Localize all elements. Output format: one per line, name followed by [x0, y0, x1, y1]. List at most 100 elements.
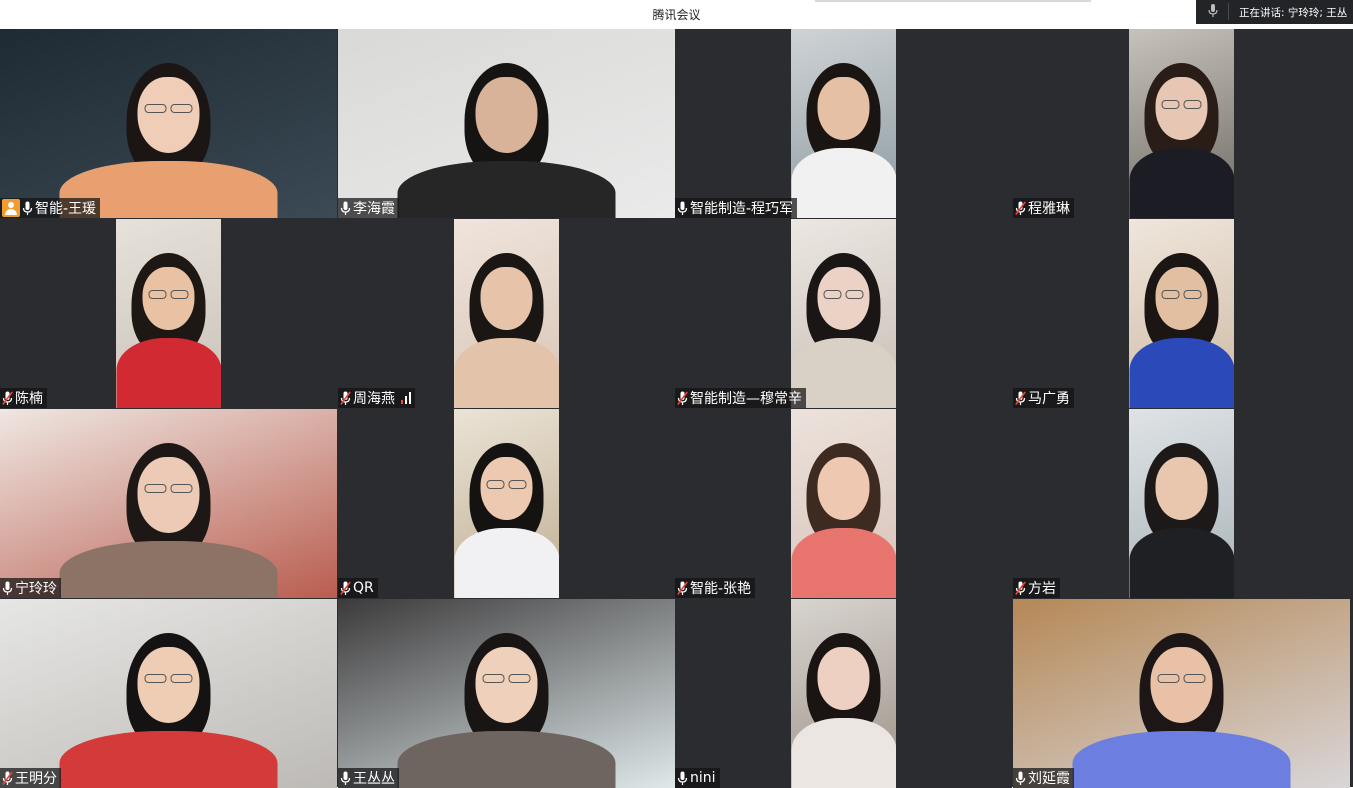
participant-nametag: 智能制造—穆常辛 [675, 388, 806, 408]
participant-figure [1129, 29, 1234, 218]
participant-video [791, 409, 896, 598]
glasses-left-lens [1161, 289, 1180, 299]
participant-tile[interactable]: 刘延霞 [1013, 599, 1350, 788]
participant-nametag: 陈楠 [0, 388, 47, 408]
participant-figure [338, 29, 675, 218]
participant-nametag: 智能制造-程巧军 [675, 198, 798, 218]
microphone-icon [677, 771, 688, 785]
participant-body [1129, 337, 1234, 408]
participant-body [1129, 527, 1234, 598]
glasses-right-lens [170, 484, 193, 494]
participant-face [137, 457, 200, 533]
participant-name: 陈楠 [15, 391, 43, 407]
network-signal-icon [401, 392, 411, 404]
participant-tile[interactable]: 智能-王瑗 [0, 29, 337, 218]
glasses-left-lens [144, 484, 167, 494]
participant-body [791, 717, 896, 788]
participant-tile[interactable]: 马广勇 [1013, 219, 1350, 408]
participant-name: 程雅琳 [1028, 201, 1070, 217]
glasses-left-lens [1157, 674, 1180, 684]
participant-tile[interactable]: 陈楠 [0, 219, 337, 408]
participant-tile[interactable]: 李海霞 [338, 29, 675, 218]
participant-tile[interactable]: QR [338, 409, 675, 598]
participant-tile[interactable]: 周海燕 [338, 219, 675, 408]
participant-figure [791, 219, 896, 408]
participant-tile[interactable]: nini [675, 599, 1012, 788]
participant-tile[interactable]: 智能制造—穆常辛 [675, 219, 1012, 408]
microphone-muted-icon [677, 391, 688, 405]
microphone-muted-icon [2, 391, 13, 405]
participant-name: 王丛丛 [353, 771, 395, 787]
participant-tile[interactable]: 智能-张艳 [675, 409, 1012, 598]
participant-nametag: nini [675, 768, 720, 788]
participant-video [791, 29, 896, 218]
participant-name: 周海燕 [353, 391, 395, 407]
participant-nametag: 智能-王瑗 [0, 198, 101, 218]
participant-name: 智能-王瑗 [35, 201, 97, 217]
microphone-muted-icon [2, 771, 13, 785]
participant-tile[interactable]: 程雅琳 [1013, 29, 1350, 218]
microphone-icon [22, 201, 33, 215]
glasses-left-lens [144, 104, 167, 114]
participant-figure [0, 29, 337, 218]
participant-name: 智能-张艳 [690, 581, 752, 597]
participant-tile[interactable]: 宁玲玲 [0, 409, 337, 598]
host-badge-icon [2, 199, 20, 217]
glasses-right-lens [508, 674, 531, 684]
glasses-left-lens [486, 479, 505, 489]
participant-video [1013, 599, 1350, 788]
participant-video [1129, 219, 1234, 408]
participant-figure [0, 599, 337, 788]
participant-tile[interactable]: 方岩 [1013, 409, 1350, 598]
participant-figure [454, 219, 559, 408]
participant-face [817, 457, 870, 520]
glasses-left-lens [823, 289, 842, 299]
app-title: 腾讯会议 [652, 8, 701, 22]
participant-nametag: 智能-张艳 [675, 578, 756, 598]
participant-figure [116, 219, 221, 408]
participant-body [1072, 730, 1291, 788]
participant-name: QR [353, 580, 374, 596]
microphone-muted-icon [1015, 391, 1026, 405]
participant-name: 马广勇 [1028, 391, 1070, 407]
participant-video-grid: 智能-王瑗 李海霞 智能制造-程巧军 程雅琳陈楠 周海燕 智能制造—穆常辛 马广勇宁玲玲 QR… [0, 29, 1353, 788]
participant-nametag: 王明分 [0, 768, 61, 788]
participant-name: 智能制造—穆常辛 [690, 391, 802, 407]
microphone-icon [1015, 771, 1026, 785]
participant-body [116, 337, 221, 408]
participant-body [454, 527, 559, 598]
speaking-text: 正在讲话: 宁玲玲; 王丛 [1239, 7, 1348, 19]
microphone-muted-icon [340, 391, 351, 405]
participant-video [0, 599, 337, 788]
participant-nametag: 周海燕 [338, 388, 415, 408]
microphone-icon [340, 201, 351, 215]
participant-body [1129, 147, 1234, 218]
participant-body [59, 730, 278, 788]
participant-video [454, 409, 559, 598]
participant-face [480, 267, 533, 330]
participant-nametag: QR [338, 578, 378, 598]
participant-nametag: 刘延霞 [1013, 768, 1074, 788]
participant-video [116, 219, 221, 408]
participant-name: 方岩 [1028, 581, 1056, 597]
participant-video [1129, 409, 1234, 598]
participant-tile[interactable]: 智能制造-程巧军 [675, 29, 1012, 218]
participant-nametag: 李海霞 [338, 198, 399, 218]
participant-name: 智能制造-程巧军 [690, 201, 794, 217]
participant-name: 宁玲玲 [15, 581, 57, 597]
participant-video [338, 29, 675, 218]
glasses-right-lens [170, 674, 193, 684]
glasses-left-lens [1161, 99, 1180, 109]
participant-tile[interactable]: 王丛丛 [338, 599, 675, 788]
participant-face [137, 647, 200, 723]
glasses-right-lens [845, 289, 864, 299]
participant-video [0, 29, 337, 218]
participant-tile[interactable]: 王明分 [0, 599, 337, 788]
participant-face [817, 647, 870, 710]
participant-figure [791, 29, 896, 218]
titlebar-shadow [815, 0, 1091, 2]
microphone-icon [1208, 4, 1218, 17]
participant-face [137, 77, 200, 153]
participant-figure [1013, 599, 1350, 788]
participant-video [791, 219, 896, 408]
